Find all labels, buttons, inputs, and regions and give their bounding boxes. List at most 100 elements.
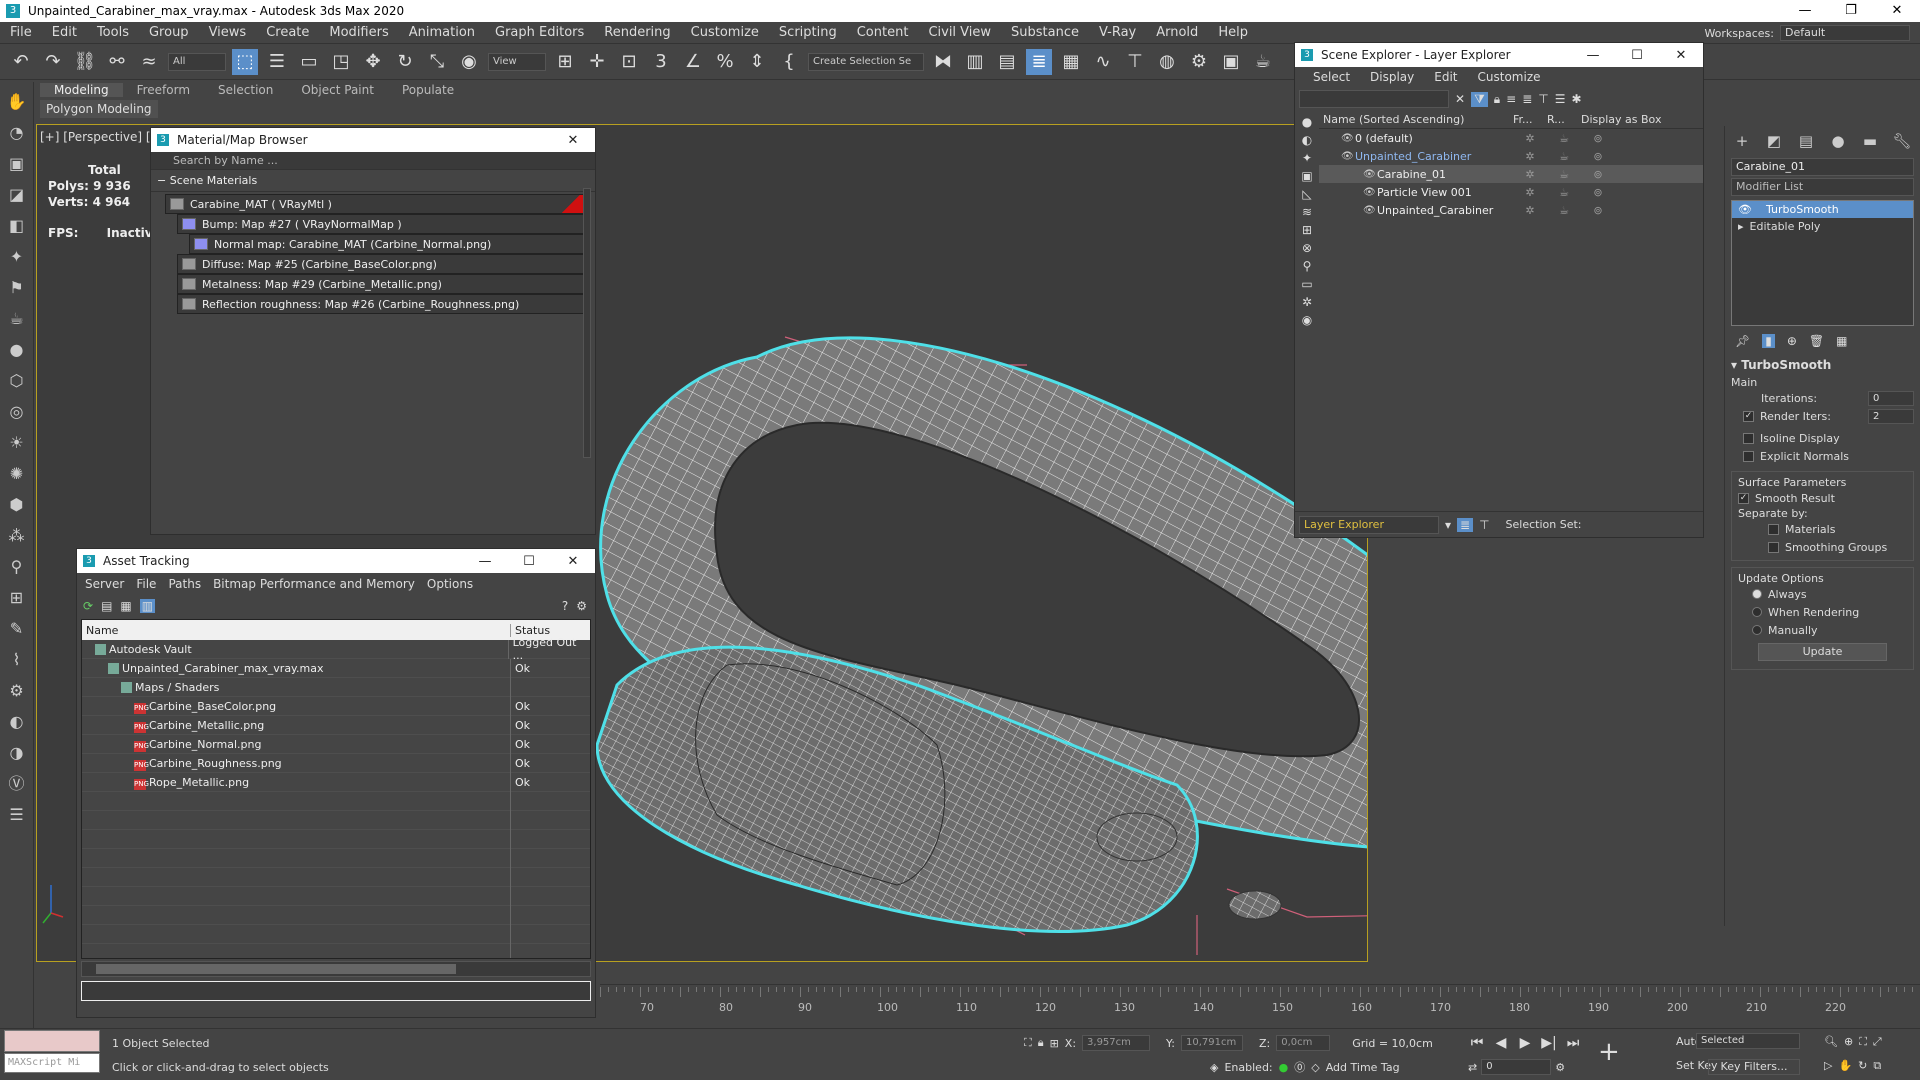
scene-materials-header[interactable]: − Scene Materials	[151, 170, 595, 192]
render-icon[interactable]: ☕	[1547, 168, 1581, 181]
timeline-ruler[interactable]: 70 80 90 100 110 120 130 140 150 160 170 180 190 200 2…	[600, 984, 1920, 1014]
pan-icon[interactable]: ✋	[1838, 1059, 1852, 1073]
table-row[interactable]: Autodesk Vault Logged Out ...	[82, 636, 590, 662]
sphere-icon[interactable]: ●	[5, 338, 29, 362]
box-display-icon[interactable]: ⊚	[1581, 150, 1615, 163]
close-icon[interactable]: ✕	[551, 554, 595, 569]
undo-icon[interactable]: ↶	[8, 49, 34, 75]
scene-menu-display[interactable]: Display	[1360, 70, 1424, 84]
menu-item-edit[interactable]: Edit	[42, 25, 87, 40]
minimize-icon[interactable]: —	[463, 554, 507, 569]
zoom-icon[interactable]: 🔍︎	[1824, 1035, 1838, 1049]
col-name[interactable]: Name (Sorted Ascending)	[1319, 113, 1513, 126]
maxscript-listener[interactable]	[4, 1030, 100, 1052]
ribbon-tab-populate[interactable]: Populate	[388, 83, 468, 97]
explicit-normals-checkbox[interactable]	[1743, 450, 1754, 462]
visibility-eye-icon[interactable]: 👁︎	[1363, 169, 1377, 180]
current-frame-field[interactable]: 0	[1481, 1059, 1552, 1075]
menu-item-file[interactable]: File	[0, 25, 42, 40]
maximize-toggle-icon[interactable]: ⧉	[1873, 1059, 1881, 1073]
ribbon-tab-selection[interactable]: Selection	[204, 83, 287, 97]
scene-row[interactable]: 👁︎ Carabine_01 ✲ ☕ ⊚	[1319, 165, 1703, 183]
always-radio[interactable]	[1752, 589, 1762, 599]
asset-menu-file[interactable]: File	[130, 577, 162, 591]
table-row[interactable]: PNGRope_Metallic.png Ok	[82, 772, 590, 792]
explorer-dropdown[interactable]: Layer Explorer	[1299, 515, 1439, 534]
go-to-start-icon[interactable]: ⏮	[1466, 1035, 1488, 1051]
helper-icon[interactable]: ⚑	[5, 276, 29, 300]
thumbnail-icon[interactable]: ▦	[120, 599, 131, 613]
material-item[interactable]: Normal map: Carabine_MAT (Carbine_Normal…	[189, 234, 587, 254]
display-helpers-icon[interactable]: ◺	[1302, 187, 1311, 201]
material-item[interactable]: Reflection roughness: Map #26 (Carbine_R…	[177, 294, 587, 314]
asset-menu-paths[interactable]: Paths	[162, 577, 207, 591]
display-lights-icon[interactable]: ✦	[1302, 151, 1312, 165]
scene-explorer-icon[interactable]: ≣	[1026, 48, 1052, 75]
material-item[interactable]: Diffuse: Map #25 (Carbine_BaseColor.png)	[177, 254, 587, 274]
add-time-tag-icon[interactable]: ◇	[1311, 1061, 1319, 1074]
move-icon[interactable]: ✥	[360, 49, 386, 75]
box-display-icon[interactable]: ⊚	[1581, 204, 1615, 217]
layers-icon[interactable]: ☰	[1555, 92, 1566, 106]
render-iters-spinner[interactable]: 2	[1868, 408, 1914, 424]
box-icon[interactable]: ▣	[5, 152, 29, 176]
camera-icon[interactable]: ◧	[5, 214, 29, 238]
scene-row[interactable]: 👁︎ Particle View 001 ✲ ☕ ⊚	[1319, 183, 1703, 201]
asset-menu-bitmap-performance-and-memory[interactable]: Bitmap Performance and Memory	[207, 577, 421, 591]
menu-item-customize[interactable]: Customize	[681, 25, 769, 40]
close-icon[interactable]: ✕	[551, 133, 595, 148]
scene-menu-customize[interactable]: Customize	[1468, 70, 1551, 84]
menu-item-views[interactable]: Views	[199, 25, 257, 40]
display-containers-icon[interactable]: ▭	[1301, 277, 1312, 291]
scene-menu-select[interactable]: Select	[1303, 70, 1360, 84]
menu-item-create[interactable]: Create	[256, 25, 319, 40]
render-setup-icon[interactable]: ⚙	[1186, 49, 1212, 75]
light-bulb-icon[interactable]: ✱	[1572, 92, 1582, 106]
sun-icon[interactable]: ☀	[5, 431, 29, 455]
pin-stack-icon[interactable]: 📌︎	[1735, 334, 1750, 348]
material-search-input[interactable]: Search by Name ...	[151, 152, 595, 170]
particles-icon[interactable]: ⁂	[5, 524, 29, 548]
render-production-icon[interactable]: ☕	[1250, 49, 1276, 75]
reference-coordinate-dropdown[interactable]: View	[488, 52, 546, 71]
workspace-selector[interactable]: Workspaces: Default	[1704, 22, 1910, 44]
asset-path-field[interactable]	[81, 981, 591, 1001]
orbit-nav-icon[interactable]: ↻	[1858, 1059, 1867, 1073]
select-by-name-icon[interactable]: ☰	[264, 49, 290, 75]
col-frozen[interactable]: Fr...	[1513, 113, 1547, 126]
hierarchy-mode-icon[interactable]: ⊤	[1479, 518, 1489, 532]
bind-space-warp-icon[interactable]: ≈	[136, 49, 162, 75]
named-selection-dropdown[interactable]: Create Selection Se	[808, 52, 924, 71]
material-editor-icon[interactable]: ◍	[1154, 49, 1180, 75]
table-row[interactable]: PNGCarbine_BaseColor.png Ok	[82, 696, 590, 716]
redo-icon[interactable]: ↷	[40, 49, 66, 75]
material-item[interactable]: Carabine_MAT ( VRayMtl )	[165, 194, 587, 214]
material-scrollbar[interactable]	[583, 188, 591, 458]
teapot-icon[interactable]: ☕	[5, 307, 29, 331]
display-shapes-icon[interactable]: ◐	[1302, 133, 1312, 147]
visibility-eye-icon[interactable]: 👁︎	[1341, 133, 1355, 144]
material-browser-titlebar[interactable]: 3 Material/Map Browser ✕	[151, 128, 595, 152]
hierarchy-tab-icon[interactable]: ▤	[1795, 132, 1817, 152]
display-tab-icon[interactable]: ▬	[1859, 132, 1881, 152]
remove-modifier-icon[interactable]: 🗑︎	[1809, 334, 1824, 348]
minimize-icon[interactable]: —	[1571, 48, 1615, 63]
asset-menu-server[interactable]: Server	[79, 577, 130, 591]
select-manipulate-icon[interactable]: ✛	[584, 49, 610, 75]
scale-icon[interactable]: ⤡	[424, 49, 450, 75]
enabled-indicator-icon[interactable]: ●	[1279, 1061, 1289, 1074]
display-xrefs-icon[interactable]: ⊗	[1302, 241, 1312, 255]
hand-icon[interactable]: ✋	[5, 90, 29, 114]
scene-row[interactable]: 👁︎ Unpainted_Carabiner ✲ ☕ ⊚	[1319, 201, 1703, 219]
render-icon[interactable]: ☕	[1547, 186, 1581, 199]
time-config-icon[interactable]: ⚙	[1555, 1061, 1565, 1074]
menu-item-tools[interactable]: Tools	[87, 25, 139, 40]
menu-item-arnold[interactable]: Arnold	[1146, 25, 1208, 40]
render-icon[interactable]: ☕	[1547, 132, 1581, 145]
asset-tracking-titlebar[interactable]: 3 Asset Tracking — ☐ ✕	[77, 549, 595, 573]
scene-search-input[interactable]	[1299, 90, 1449, 108]
material-sphere-icon[interactable]: ◐	[5, 710, 29, 734]
box-display-icon[interactable]: ⊚	[1581, 168, 1615, 181]
align-icon[interactable]: ▥	[962, 49, 988, 75]
display-bones-icon[interactable]: ⚲	[1303, 259, 1312, 273]
